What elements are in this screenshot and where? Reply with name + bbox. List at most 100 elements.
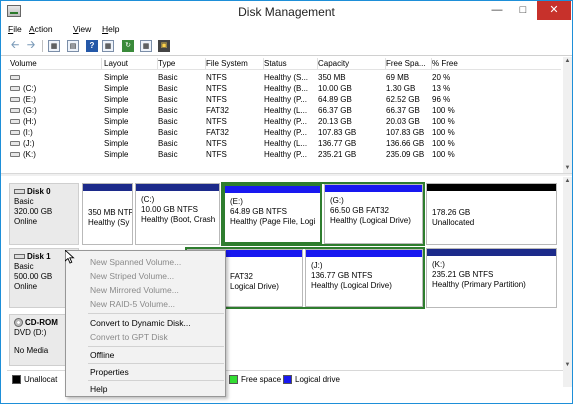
menu-properties[interactable]: Properties bbox=[90, 367, 129, 377]
volume-row[interactable]: (G:) Simple Basic FAT32 Healthy (L... 66… bbox=[8, 105, 561, 116]
properties-icon[interactable]: ▤ bbox=[67, 40, 79, 52]
partition-bar bbox=[83, 184, 132, 191]
minimize-button[interactable]: — bbox=[484, 1, 510, 20]
scroll-down-icon[interactable]: ▼ bbox=[563, 164, 572, 173]
col-type[interactable]: Type bbox=[158, 59, 204, 68]
toolbar-separator bbox=[42, 40, 43, 52]
drive-icon bbox=[10, 75, 20, 81]
menu-convert-to-dynamic-disk[interactable]: Convert to Dynamic Disk... bbox=[90, 318, 191, 328]
percent-free-cell: 100 % bbox=[432, 139, 455, 148]
disk0-unallocated[interactable]: 178.26 GB Unallocated bbox=[426, 183, 557, 245]
disk0-label[interactable]: Disk 0 Basic 320.00 GB Online bbox=[9, 183, 79, 245]
disk0-partition-system[interactable]: 350 MB NTF Healthy (Sy bbox=[82, 183, 133, 245]
volume-cell: (J:) bbox=[10, 139, 35, 148]
capacity-cell: 20.13 GB bbox=[318, 117, 352, 126]
col-layout[interactable]: Layout bbox=[104, 59, 156, 68]
mouse-cursor-icon bbox=[65, 250, 75, 264]
col-free-space[interactable]: Free Spa... bbox=[386, 59, 430, 68]
file-system-cell: FAT32 bbox=[206, 128, 229, 137]
help-icon[interactable]: ? bbox=[86, 40, 98, 52]
partition-title: (G:) bbox=[330, 196, 344, 205]
console-tree-icon[interactable]: ▦ bbox=[48, 40, 60, 52]
volume-name: (I:) bbox=[23, 128, 33, 137]
action-icon[interactable]: ▣ bbox=[158, 40, 170, 52]
partition-text: (G:) 66.50 GB FAT32 Healthy (Logical Drive… bbox=[330, 196, 411, 226]
scroll-up-icon[interactable]: ▲ bbox=[563, 57, 572, 66]
scroll-up-icon[interactable]: ▲ bbox=[563, 177, 572, 186]
type-cell: Basic bbox=[158, 128, 178, 137]
volume-list-header: Volume Layout Type File System Status Ca… bbox=[8, 58, 561, 70]
free-space-cell: 20.03 GB bbox=[386, 117, 420, 126]
volume-row[interactable]: (K:) Simple Basic NTFS Healthy (P... 235… bbox=[8, 149, 561, 160]
col-separator bbox=[101, 58, 102, 69]
connect-icon[interactable]: ▦ bbox=[140, 40, 152, 52]
partition-status: Healthy (Page File, Logi bbox=[230, 217, 316, 226]
menu-new-spanned-volume[interactable]: New Spanned Volume... bbox=[90, 257, 181, 267]
menu-help-item[interactable]: Help bbox=[90, 384, 107, 394]
menu-convert-to-gpt-disk[interactable]: Convert to GPT Disk bbox=[90, 332, 168, 342]
drive-icon bbox=[10, 119, 20, 125]
volume-row[interactable]: (J:) Simple Basic NTFS Healthy (L... 136… bbox=[8, 138, 561, 149]
volume-row[interactable]: (H:) Simple Basic NTFS Healthy (P... 20.… bbox=[8, 116, 561, 127]
status-cell: Healthy (B... bbox=[264, 84, 309, 93]
volume-list-scrollbar[interactable]: ▲ ▼ bbox=[563, 57, 572, 173]
rescan-icon[interactable]: ↻ bbox=[122, 40, 134, 52]
type-cell: Basic bbox=[158, 150, 178, 159]
partition-size: 64.89 GB NTFS bbox=[230, 207, 287, 216]
type-cell: Basic bbox=[158, 117, 178, 126]
volume-row[interactable]: (I:) Simple Basic FAT32 Healthy (P... 10… bbox=[8, 127, 561, 138]
volume-cell: (K:) bbox=[10, 150, 36, 159]
volume-row[interactable]: (E:) Simple Basic NTFS Healthy (P... 64.… bbox=[8, 94, 561, 105]
capacity-cell: 66.37 GB bbox=[318, 106, 352, 115]
menu-new-raid5-volume[interactable]: New RAID-5 Volume... bbox=[90, 299, 175, 309]
layout-cell: Simple bbox=[104, 139, 129, 148]
partition-size: 66.50 GB FAT32 bbox=[330, 206, 389, 215]
volume-name: (E:) bbox=[23, 95, 36, 104]
file-system-cell: NTFS bbox=[206, 84, 227, 93]
volume-name: (G:) bbox=[23, 106, 37, 115]
volume-cell: (E:) bbox=[10, 95, 36, 104]
disk0-partition-g[interactable]: (G:) 66.50 GB FAT32 Healthy (Logical Drive… bbox=[324, 184, 423, 244]
partition-bar bbox=[306, 250, 422, 257]
partition-text: FAT32 Logical Drive) bbox=[230, 272, 279, 292]
col-volume[interactable]: Volume bbox=[10, 59, 100, 68]
disk0-partition-e[interactable]: (E:) 64.89 GB NTFS Healthy (Page File, Log… bbox=[223, 184, 322, 244]
col-capacity[interactable]: Capacity bbox=[318, 59, 384, 68]
menu-new-mirrored-volume[interactable]: New Mirrored Volume... bbox=[90, 285, 179, 295]
disk1-partition-j[interactable]: (J:) 136.77 GB NTFS Healthy (Logical Drive… bbox=[305, 249, 423, 307]
status-cell: Healthy (P... bbox=[264, 150, 307, 159]
view-icon[interactable]: ▦ bbox=[102, 40, 114, 52]
partition-size: 136.77 GB NTFS bbox=[311, 271, 373, 280]
disk-map-scrollbar[interactable]: ▲ ▼ bbox=[563, 177, 572, 387]
layout-cell: Simple bbox=[104, 95, 129, 104]
close-button[interactable]: ✕ bbox=[537, 1, 571, 20]
menu-file[interactable]: File bbox=[8, 24, 22, 34]
menu-view[interactable]: View bbox=[73, 24, 91, 34]
disk-context-menu: New Spanned Volume... New Striped Volume… bbox=[65, 250, 226, 397]
col-percent-free[interactable]: % Free bbox=[432, 59, 472, 68]
menu-action-label: ction bbox=[34, 24, 53, 34]
partition-text: 350 MB NTF Healthy (Sy bbox=[88, 208, 132, 228]
disk0-partition-c[interactable]: (C:) 10.00 GB NTFS Healthy (Boot, Crash bbox=[135, 183, 220, 245]
capacity-cell: 136.77 GB bbox=[318, 139, 357, 148]
menu-new-striped-volume[interactable]: New Striped Volume... bbox=[90, 271, 174, 281]
col-file-system[interactable]: File System bbox=[206, 59, 262, 68]
disk1-partition-k[interactable]: (K:) 235.21 GB NTFS Healthy (Primary Parti… bbox=[426, 248, 557, 308]
scroll-down-icon[interactable]: ▼ bbox=[563, 361, 572, 370]
free-space-cell: 235.09 GB bbox=[386, 150, 425, 159]
pane-splitter[interactable] bbox=[1, 173, 572, 176]
back-arrow-icon[interactable]: 🡠 bbox=[9, 40, 21, 52]
partition-text: (E:) 64.89 GB NTFS Healthy (Page File, Log… bbox=[230, 197, 315, 227]
forward-arrow-icon[interactable]: 🡢 bbox=[25, 40, 37, 52]
volume-row[interactable]: (C:) Simple Basic NTFS Healthy (B... 10.… bbox=[8, 83, 561, 94]
menu-action[interactable]: Action bbox=[29, 24, 53, 34]
maximize-button[interactable]: □ bbox=[510, 1, 536, 20]
col-status[interactable]: Status bbox=[264, 59, 316, 68]
menu-offline[interactable]: Offline bbox=[90, 350, 114, 360]
free-space-cell: 62.52 GB bbox=[386, 95, 420, 104]
disk-management-window: Disk Management — □ ✕ File Action View H… bbox=[0, 0, 573, 404]
percent-free-cell: 13 % bbox=[432, 84, 451, 93]
menu-help[interactable]: Help bbox=[102, 24, 119, 34]
volume-row[interactable]: Simple Basic NTFS Healthy (S... 350 MB 6… bbox=[8, 72, 561, 83]
partition-title: (E:) bbox=[230, 197, 243, 206]
